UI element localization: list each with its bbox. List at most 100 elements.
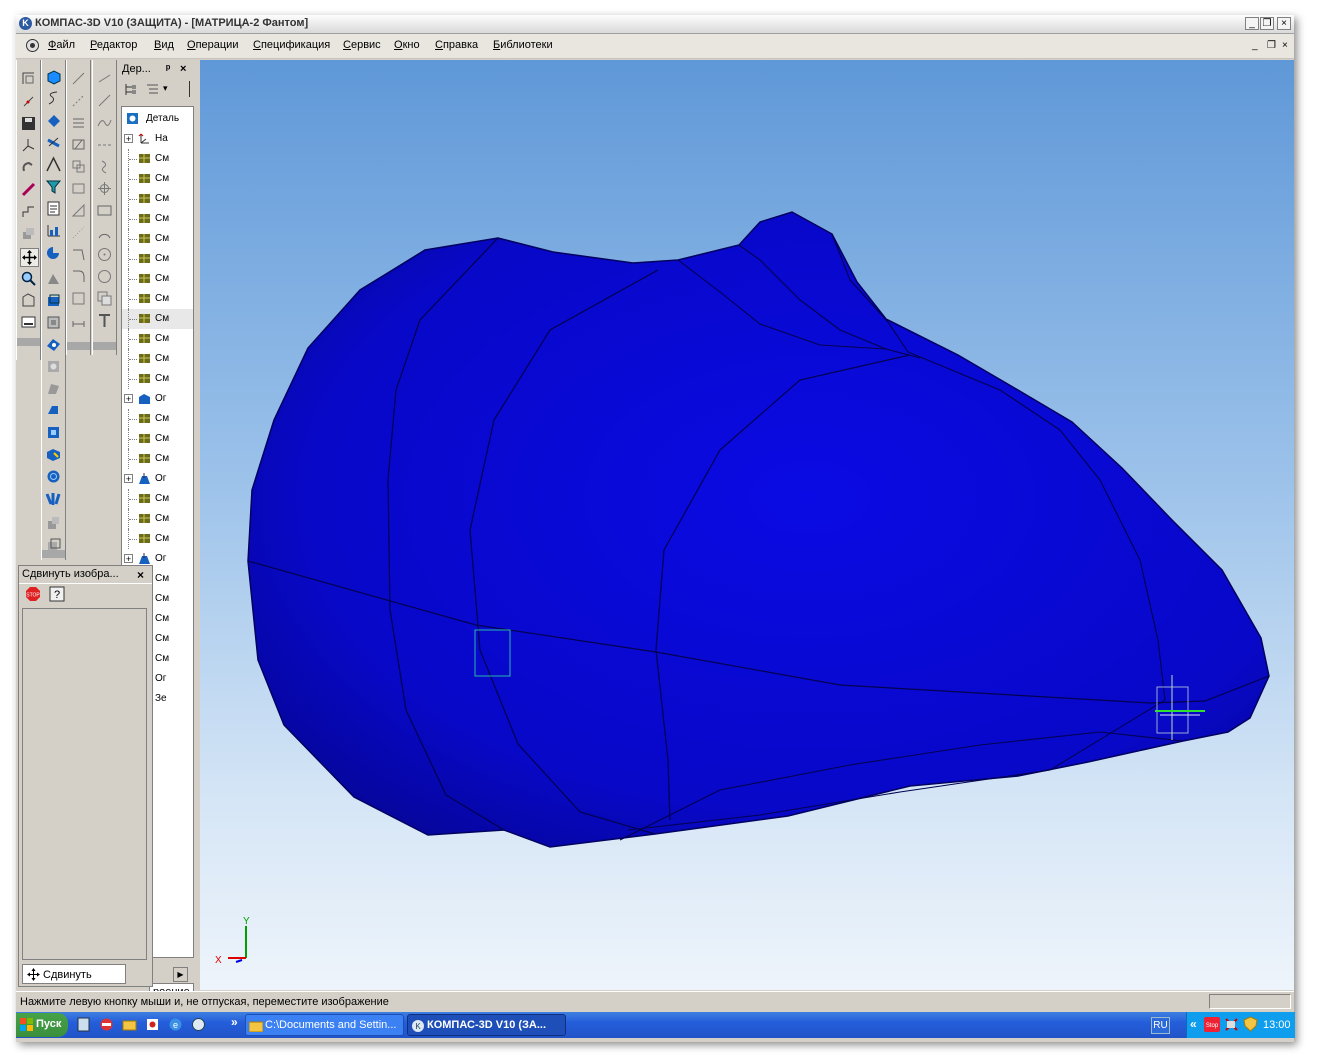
tree-item[interactable]: См	[122, 169, 193, 189]
maximize-button[interactable]: ❐	[1260, 17, 1274, 30]
save-icon[interactable]	[20, 115, 37, 132]
fillet-sketch-icon[interactable]	[70, 268, 87, 285]
step-icon[interactable]	[20, 203, 37, 220]
quicklaunch-more[interactable]: »	[231, 1015, 238, 1029]
draft-icon[interactable]	[45, 358, 62, 375]
toolbar-grip-4[interactable]	[93, 342, 116, 350]
quicklaunch-folder-icon[interactable]	[122, 1017, 137, 1032]
tray-expand-icon[interactable]: «	[1190, 1017, 1197, 1031]
zoom-icon[interactable]	[20, 270, 37, 287]
menu-edit[interactable]: Редактор	[90, 39, 137, 51]
split-icon[interactable]	[45, 402, 62, 419]
arc-icon[interactable]	[96, 224, 113, 241]
text-icon[interactable]	[96, 312, 113, 329]
angle-icon[interactable]	[70, 202, 87, 219]
menu-help[interactable]: Справка	[435, 39, 478, 51]
tree-close-icon[interactable]: ×	[180, 63, 186, 75]
polyline-icon[interactable]	[96, 92, 113, 109]
menu-service[interactable]: Сервис	[343, 39, 381, 51]
scroll-right-icon[interactable]: ▶	[173, 967, 188, 982]
revolve-icon[interactable]	[45, 244, 62, 261]
menu-specification[interactable]: Спецификация	[253, 39, 330, 51]
hole-icon[interactable]	[45, 336, 62, 353]
tree-view-dropdown-icon[interactable]: ▾	[163, 83, 168, 94]
sphere-icon[interactable]	[45, 468, 62, 485]
tray-network-icon[interactable]	[1224, 1017, 1239, 1032]
minimize-button[interactable]: _	[1245, 17, 1259, 30]
tree-item[interactable]: См	[122, 229, 193, 249]
tree-item[interactable]: См	[122, 449, 193, 469]
taskbar-item-explorer[interactable]: C:\Documents and Settin...	[245, 1014, 404, 1036]
measure-icon[interactable]	[20, 181, 37, 198]
rectangle-icon[interactable]	[96, 202, 113, 219]
offset-icon[interactable]	[70, 158, 87, 175]
hatch-icon[interactable]	[70, 136, 87, 153]
tree-item[interactable]: См	[122, 149, 193, 169]
line-tool-icon[interactable]	[96, 70, 113, 87]
taskbar-item-kompas[interactable]: K КОМПАС-3D V10 (ЗА...	[407, 1014, 566, 1036]
cut-extrude-icon[interactable]	[45, 446, 62, 463]
tree-expand-icon[interactable]: +	[124, 134, 133, 144]
extrude-icon[interactable]	[45, 68, 62, 85]
sketch-icon[interactable]	[20, 70, 37, 87]
line-icon[interactable]	[70, 70, 87, 87]
tree-expand-icon[interactable]: +	[124, 474, 133, 484]
tree-item[interactable]: См	[122, 269, 193, 289]
pattern-icon[interactable]	[45, 314, 62, 331]
tree-item[interactable]: См	[122, 309, 193, 329]
menu-libraries[interactable]: Библиотеки	[493, 39, 553, 51]
tree-item[interactable]: + На	[122, 129, 193, 149]
stop-icon[interactable]: STOP	[25, 586, 41, 602]
cut-icon[interactable]	[45, 134, 62, 151]
3d-viewport[interactable]: Y X	[200, 60, 1294, 990]
tree-expand-icon[interactable]: +	[124, 394, 133, 404]
menu-window[interactable]: Окно	[394, 39, 420, 51]
tree-item[interactable]: См	[122, 529, 193, 549]
chamfer-icon[interactable]	[45, 156, 62, 173]
mirror-body-icon[interactable]	[45, 380, 62, 397]
filter-icon[interactable]	[45, 178, 62, 195]
tree-item[interactable]: См	[122, 249, 193, 269]
bounding-icon[interactable]	[70, 290, 87, 307]
tree-item[interactable]: + Ог	[122, 469, 193, 489]
curve-icon[interactable]	[96, 114, 113, 131]
rib-icon[interactable]	[45, 270, 62, 287]
tree-item[interactable]: См	[122, 369, 193, 389]
tree-item[interactable]: См	[122, 289, 193, 309]
loft-icon[interactable]	[45, 490, 62, 507]
quicklaunch-desktop-icon[interactable]	[76, 1017, 91, 1032]
tree-item[interactable]: См	[122, 189, 193, 209]
tree-view-icon[interactable]	[145, 82, 160, 97]
line-dash-icon[interactable]	[70, 92, 87, 109]
assembly-icon[interactable]	[45, 515, 62, 532]
view-orient-icon[interactable]	[20, 292, 37, 309]
circle-icon[interactable]	[96, 246, 113, 263]
model-canvas[interactable]: Y X	[200, 60, 1294, 990]
toolbar-grip[interactable]	[17, 338, 40, 346]
rect-dash-icon[interactable]	[70, 180, 87, 197]
dimension-icon[interactable]	[70, 312, 87, 329]
spline-icon[interactable]	[45, 90, 62, 107]
menu-file[interactable]: Файл	[48, 39, 75, 51]
language-indicator[interactable]: RU	[1151, 1017, 1170, 1034]
tree-item[interactable]: См	[122, 429, 193, 449]
document-icon[interactable]	[45, 200, 62, 217]
corner-icon[interactable]	[70, 246, 87, 263]
chart-icon[interactable]	[45, 222, 62, 239]
display-icon[interactable]	[20, 314, 37, 331]
tree-item[interactable]: См	[122, 509, 193, 529]
s-curve-icon[interactable]	[96, 158, 113, 175]
mdi-close-button[interactable]: ×	[1282, 40, 1288, 51]
help-icon[interactable]: ?	[49, 586, 65, 602]
quicklaunch-kompas-icon[interactable]	[191, 1017, 206, 1032]
mdi-restore-button[interactable]: ❐	[1267, 40, 1276, 51]
tree-item[interactable]: См	[122, 489, 193, 509]
crosshair-icon[interactable]	[96, 180, 113, 197]
menu-operations[interactable]: Операции	[187, 39, 238, 51]
close-button[interactable]: ×	[1277, 17, 1291, 30]
tree-item[interactable]: См	[122, 329, 193, 349]
tree-expand-icon[interactable]: +	[124, 554, 133, 564]
panel-close-icon[interactable]: ×	[137, 568, 144, 582]
thicken-icon[interactable]	[45, 424, 62, 441]
shell-icon[interactable]	[45, 292, 62, 309]
